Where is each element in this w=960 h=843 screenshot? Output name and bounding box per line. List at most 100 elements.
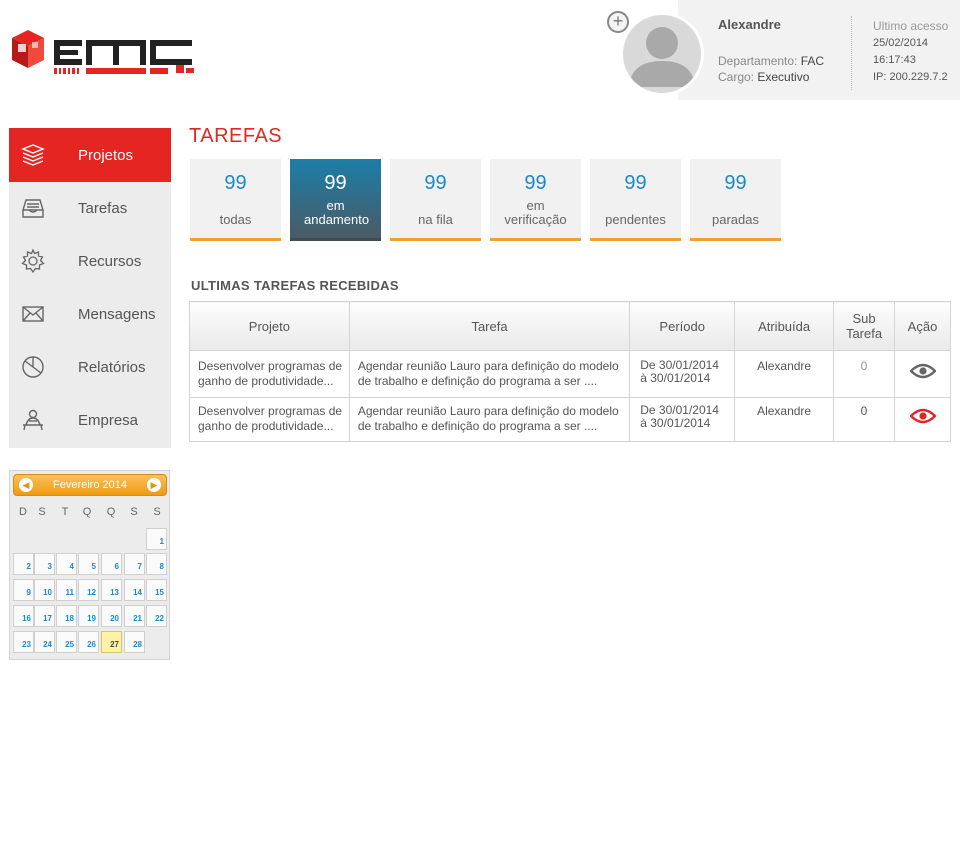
stat-label: na fila (418, 212, 453, 227)
page-title: TAREFAS (189, 125, 283, 147)
stat-label: pendentes (605, 212, 666, 227)
calendar-day[interactable]: 17 (34, 605, 55, 627)
section-title: ULTIMAS TAREFAS RECEBIDAS (191, 278, 399, 293)
stack-icon (21, 144, 45, 166)
gear-icon (21, 249, 45, 273)
user-role: Cargo: Executivo (718, 70, 809, 84)
periodo-fim: à 30/01/2014 (640, 371, 711, 385)
cell-projeto: Desenvolver programas de ganho de produt… (189, 397, 350, 442)
sidebar-item-tarefas[interactable]: Tarefas (9, 182, 171, 235)
calendar-day[interactable]: 3 (34, 553, 55, 575)
table-header-row: Projeto Tarefa Período Atribuída Sub Tar… (189, 301, 951, 351)
stat-label: paradas (712, 212, 759, 227)
person-desk-icon (23, 409, 43, 431)
calendar-next-button[interactable]: ▶ (147, 478, 161, 492)
header-acao: Ação (894, 301, 951, 351)
stat-value: 99 (224, 172, 247, 194)
calendar-day[interactable]: 6 (101, 553, 122, 575)
tasks-table: Projeto Tarefa Período Atribuída Sub Tar… (189, 301, 951, 442)
sidebar-item-mensagens[interactable]: Mensagens (9, 288, 171, 341)
cell-atribuida: Alexandre (734, 350, 835, 398)
calendar-day[interactable]: 14 (124, 579, 145, 601)
stat-na-fila[interactable]: 99 na fila (390, 159, 481, 241)
sidebar-item-recursos[interactable]: Recursos (9, 235, 171, 288)
sidebar-item-label: Recursos (78, 253, 142, 270)
sidebar-item-empresa[interactable]: Empresa (9, 394, 171, 447)
calendar-day[interactable]: 25 (56, 631, 77, 653)
calendar-day[interactable]: 7 (124, 553, 145, 575)
calendar-day[interactable]: 20 (101, 605, 122, 627)
cell-tarefa: Agendar reunião Lauro para definição do … (348, 397, 631, 442)
stat-value: 99 (324, 172, 347, 194)
calendar-day[interactable]: 9 (13, 579, 34, 601)
calendar-day[interactable]: 1 (146, 528, 167, 550)
calendar-day-today[interactable]: 27 (101, 631, 122, 653)
calendar-day[interactable]: 22 (146, 605, 167, 627)
calendar-header: ◀ Fevereiro 2014 ▶ (13, 474, 167, 496)
avatar[interactable] (620, 12, 704, 96)
user-silhouette-icon (629, 27, 695, 87)
last-access-time: 16:17:43 (873, 54, 916, 66)
calendar-day[interactable]: 24 (34, 631, 55, 653)
view-eye-icon[interactable] (909, 408, 936, 424)
cell-sub-tarefa: 0 (833, 350, 895, 398)
calendar-day[interactable]: 28 (124, 631, 145, 653)
calendar-day[interactable]: 11 (56, 579, 77, 601)
cell-atribuida: Alexandre (734, 397, 835, 442)
envelope-icon (22, 306, 44, 322)
calendar-day[interactable]: 18 (56, 605, 77, 627)
stat-todas[interactable]: 99 todas (190, 159, 281, 241)
calendar-day[interactable]: 15 (146, 579, 167, 601)
calendar-day[interactable]: 19 (78, 605, 99, 627)
weekday-label: Q (82, 506, 92, 518)
role-value: Executivo (757, 70, 810, 84)
department-label: Departamento: (718, 54, 798, 68)
sidebar-item-label: Empresa (78, 412, 139, 429)
last-access-date: 25/02/2014 (873, 37, 929, 49)
cell-sub-tarefa: 0 (833, 397, 895, 442)
add-photo-button[interactable]: + (607, 11, 629, 33)
calendar-day[interactable]: 5 (78, 553, 99, 575)
header-sub-tarefa[interactable]: Sub Tarefa (833, 301, 895, 351)
sidebar-item-relatorios[interactable]: Relatórios (9, 341, 171, 394)
pie-chart-icon (22, 356, 44, 378)
user-department: Departamento: FAC (718, 54, 824, 68)
weekday-label: S (153, 506, 161, 518)
cell-periodo: De 30/01/2014 à 30/01/2014 (629, 350, 736, 398)
sidebar-item-label: Tarefas (78, 200, 128, 217)
sidebar-item-label: Relatórios (78, 359, 146, 376)
calendar: ◀ Fevereiro 2014 ▶ D S T Q Q S S 1234567… (9, 470, 170, 660)
stat-value: 99 (424, 172, 447, 194)
table-row[interactable]: Desenvolver programas de ganho de produt… (189, 397, 951, 442)
header-projeto[interactable]: Projeto (189, 301, 350, 351)
calendar-day[interactable]: 21 (124, 605, 145, 627)
calendar-month-title: Fevereiro 2014 (53, 479, 127, 491)
header-atribuida[interactable]: Atribuída (734, 301, 835, 351)
calendar-day[interactable]: 13 (101, 579, 122, 601)
calendar-day[interactable]: 26 (78, 631, 99, 653)
calendar-day[interactable]: 8 (146, 553, 167, 575)
stat-pendentes[interactable]: 99 pendentes (590, 159, 681, 241)
weekday-label: S (130, 506, 138, 518)
calendar-day[interactable]: 16 (13, 605, 34, 627)
stat-paradas[interactable]: 99 paradas (690, 159, 781, 241)
user-divider (851, 16, 852, 90)
view-eye-icon[interactable] (909, 363, 936, 379)
header-periodo[interactable]: Período (629, 301, 736, 351)
cell-periodo: De 30/01/2014 à 30/01/2014 (629, 397, 736, 442)
cell-acao (894, 397, 951, 442)
calendar-day[interactable]: 10 (34, 579, 55, 601)
calendar-day[interactable]: 2 (13, 553, 34, 575)
stat-em-verificacao[interactable]: 99 em verificação (490, 159, 581, 241)
table-row[interactable]: Desenvolver programas de ganho de produt… (189, 350, 951, 398)
periodo-fim: à 30/01/2014 (640, 416, 711, 430)
sidebar-item-projetos[interactable]: Projetos (9, 128, 171, 182)
header-tarefa[interactable]: Tarefa (348, 301, 631, 351)
stat-em-andamento[interactable]: 99 em andamento (290, 159, 381, 241)
sidebar: Projetos Tarefas Recursos Mensagens Rela… (9, 128, 171, 448)
role-label: Cargo: (718, 70, 755, 84)
calendar-day[interactable]: 12 (78, 579, 99, 601)
calendar-day[interactable]: 23 (13, 631, 34, 653)
weekday-label: D (19, 506, 27, 518)
calendar-day[interactable]: 4 (56, 553, 77, 575)
